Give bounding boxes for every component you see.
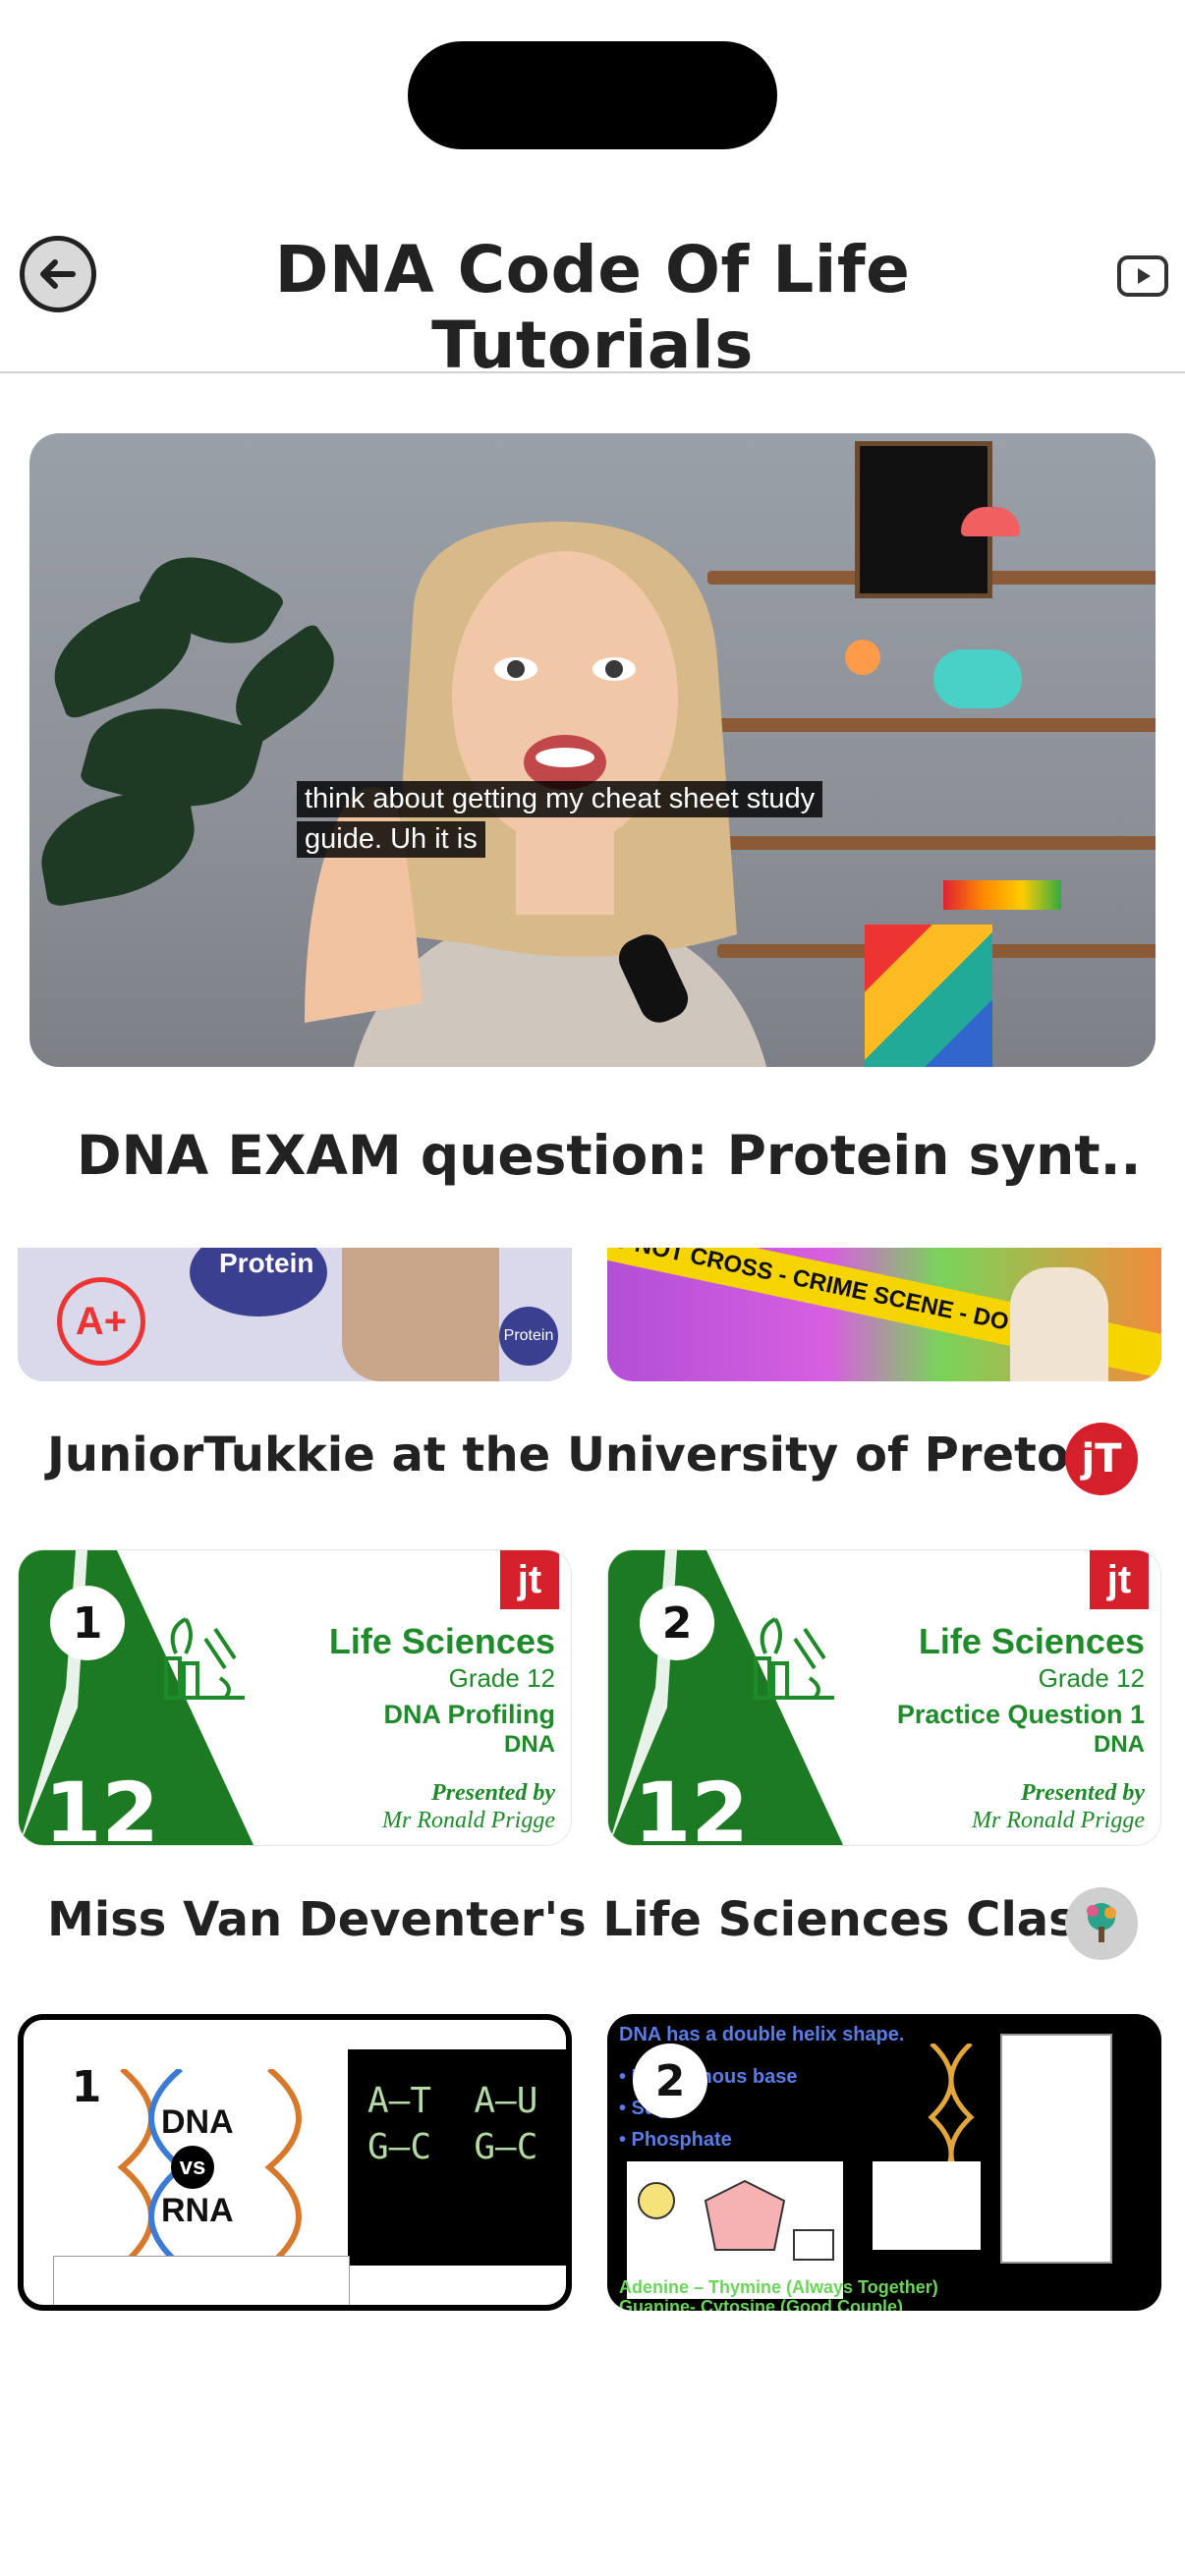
- colorful-box: [865, 924, 992, 1067]
- back-arrow-icon: [40, 259, 76, 289]
- thumb-text-protein: Protein: [219, 1248, 314, 1278]
- channel-avatar[interactable]: [1065, 1887, 1138, 1960]
- video-thumbnail-crime-scene[interactable]: DO NOT CROSS - CRIME SCENE - DO NOT: [607, 1248, 1161, 1381]
- card-presented-by: Presented by: [431, 1780, 555, 1806]
- mushroom-lamp: [961, 507, 1020, 536]
- card-topic: Practice Question 1: [896, 1700, 1145, 1729]
- video-card-life-sciences-1[interactable]: 1 jt Life Sciences Grade 12 DNA Profilin…: [18, 1549, 572, 1846]
- back-button[interactable]: [20, 236, 96, 312]
- video-number: 1: [49, 2049, 124, 2124]
- card-line-3: Guanine- Cytosine (Good Couple): [619, 2297, 903, 2311]
- books: [943, 880, 1061, 910]
- camera-notch: [408, 41, 777, 149]
- caption-line-1: think about getting my cheat sheet study: [297, 781, 823, 817]
- label-rna: RNA: [161, 2192, 234, 2229]
- card-line-1: DNA has a double helix shape.: [619, 2024, 905, 2045]
- video-thumbnail-protein[interactable]: Protein A+ Protein: [18, 1248, 572, 1381]
- card-subject: Life Sciences: [328, 1621, 555, 1661]
- microscope-icon: [164, 1617, 245, 1700]
- jellyfish-lamp: [845, 640, 880, 675]
- caption-line-2: guide. Uh it is: [297, 821, 485, 858]
- featured-video-player[interactable]: think about getting my cheat sheet study…: [29, 433, 1156, 1067]
- card-grade: Grade 12: [1038, 1663, 1145, 1693]
- jt-logo: jt: [500, 1550, 559, 1609]
- video-card-dna-vs-rna[interactable]: DNA vs RNA A–T A–U G–C G–C 1: [18, 2014, 572, 2311]
- card-presenter: Mr Ronald Prigge: [382, 1808, 555, 1833]
- card-line-2: Adenine – Thymine (Always Together): [619, 2277, 938, 2297]
- label-dna: DNA: [161, 2103, 234, 2141]
- card-subject: Life Sciences: [918, 1621, 1145, 1661]
- label-vs: vs: [171, 2146, 214, 2189]
- chalk-notes: A–T A–U G–C G–C: [367, 2081, 538, 2167]
- thumb-text-protein-2: Protein: [499, 1307, 558, 1366]
- card-presenter: Mr Ronald Prigge: [972, 1808, 1145, 1833]
- card-subtopic: DNA: [504, 1731, 555, 1758]
- channel-name[interactable]: JuniorTukkie at the University of Pretor…: [47, 1428, 1140, 1483]
- balloon-dog: [933, 649, 1022, 708]
- grade-badge: A+: [57, 1277, 145, 1366]
- card-subtopic: DNA: [1094, 1731, 1145, 1758]
- video-card-dna-structure[interactable]: DNA has a double helix shape. • Nitrogen…: [607, 2014, 1161, 2311]
- video-number: 2: [633, 2044, 707, 2118]
- card-grade-number: 12: [44, 1764, 159, 1846]
- card-grade-number: 12: [634, 1764, 749, 1846]
- featured-video-title[interactable]: DNA EXAM question: Protein synt...: [77, 1124, 1138, 1187]
- microscope-icon: [754, 1617, 834, 1700]
- page-title: DNA Code Of Life Tutorials: [274, 232, 911, 383]
- video-card-life-sciences-2[interactable]: 2 jt Life Sciences Grade 12 Practice Que…: [607, 1549, 1161, 1846]
- card-topic: DNA Profiling: [383, 1700, 556, 1729]
- header-divider: [0, 371, 1185, 373]
- channel-name[interactable]: Miss Van Deventer's Life Sciences Class: [47, 1892, 1104, 1947]
- jt-logo: jt: [1090, 1550, 1149, 1609]
- video-number: 1: [50, 1586, 125, 1660]
- rna-strand-icon: [264, 2069, 302, 2266]
- tree-icon: [1087, 1903, 1116, 1942]
- card-grade: Grade 12: [448, 1663, 555, 1693]
- channel-avatar[interactable]: jT: [1065, 1423, 1138, 1495]
- youtube-play-icon[interactable]: [1116, 253, 1169, 299]
- video-number: 2: [640, 1586, 714, 1660]
- card-presented-by: Presented by: [1021, 1780, 1145, 1806]
